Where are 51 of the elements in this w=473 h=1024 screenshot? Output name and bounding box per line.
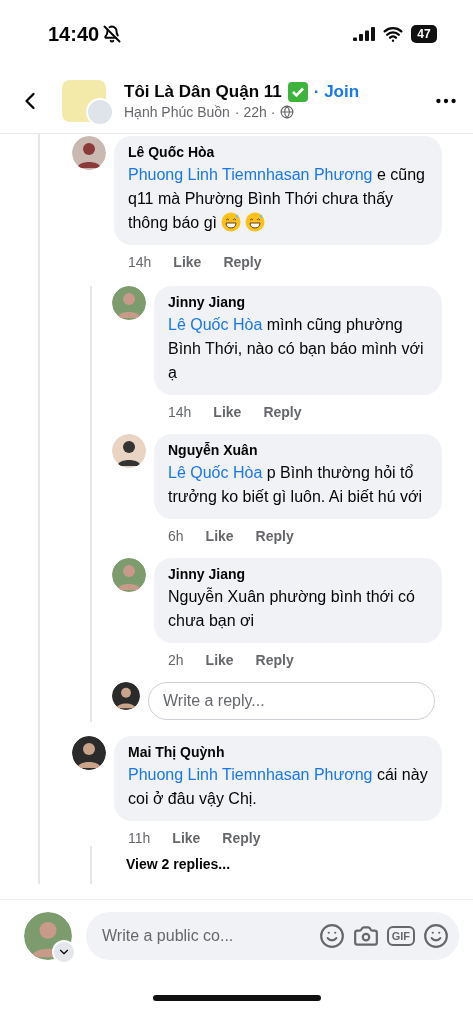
clock: 14:40 bbox=[48, 22, 100, 46]
reply-link[interactable]: Reply bbox=[222, 830, 261, 846]
reply-link[interactable]: Reply bbox=[263, 404, 302, 420]
like-link[interactable]: Like bbox=[205, 652, 234, 668]
comment-text: Phuong Linh Tiemnhasan Phương e cũng q11 mà Phường Bình Thới chưa thấy thông báo gì bbox=[128, 165, 426, 234]
gif-button[interactable]: GIF bbox=[386, 926, 415, 946]
avatar-icon bbox=[72, 136, 106, 170]
avatar-icon bbox=[112, 682, 140, 710]
grin-sweat-emoji-icon bbox=[244, 212, 265, 232]
author-name[interactable]: Mai Thị Quỳnh bbox=[128, 744, 428, 760]
join-link[interactable]: · Join bbox=[313, 81, 360, 102]
signal-icon bbox=[353, 27, 375, 41]
comment-text: Lê Quốc Hòa mình cũng phường Bình Thới, nào có bạn báo mình với ạ bbox=[168, 315, 425, 383]
view-replies-link[interactable]: View 2 replies... bbox=[54, 846, 473, 882]
battery-indicator: 47 bbox=[411, 25, 437, 43]
comment-field[interactable]: Write a public co... GIF bbox=[86, 912, 459, 960]
comment-text: Phuong Linh Tiemnhasan Phương cái này coi ở đâu vậy Chị. bbox=[128, 765, 428, 809]
globe-icon bbox=[280, 104, 295, 119]
comment-text: Lê Quốc Hòa p Bình thường hỏi tổ trưởng ko biết gì luôn. Ai biết hú với bbox=[168, 463, 424, 507]
camera-icon[interactable] bbox=[352, 923, 379, 949]
reply-link[interactable]: Reply bbox=[255, 652, 294, 668]
avatar-icon bbox=[112, 286, 146, 320]
avatar-icon bbox=[112, 434, 146, 468]
author-name[interactable]: Jinny Jiang bbox=[168, 566, 428, 582]
mention-link[interactable]: Lê Quốc Hòa bbox=[168, 464, 263, 481]
mention-link[interactable]: Lê Quốc Hòa bbox=[168, 316, 263, 333]
mention-link[interactable]: Phuong Linh Tiemnhasan Phương bbox=[128, 166, 373, 183]
reply-link[interactable]: Reply bbox=[255, 528, 294, 544]
comment-time: 6h bbox=[168, 528, 184, 544]
grin-sweat-emoji-icon bbox=[220, 212, 241, 232]
comment-time: 14h bbox=[168, 404, 192, 420]
avatar-icon bbox=[112, 558, 146, 592]
emoji-icon[interactable] bbox=[423, 923, 449, 949]
like-link[interactable]: Like bbox=[173, 254, 202, 270]
avatar-icon bbox=[72, 736, 106, 770]
mention-link[interactable]: Phuong Linh Tiemnhasan Phương bbox=[128, 766, 373, 783]
post-time: · 22h · bbox=[234, 103, 276, 120]
group-name[interactable]: Tôi Là Dân Quận 11 bbox=[124, 81, 282, 102]
like-link[interactable]: Like bbox=[213, 404, 242, 420]
comment-text: Nguyễn Xuân phường bình thới có chưa bạn ơi bbox=[168, 586, 416, 631]
comment-time: 11h bbox=[128, 830, 151, 846]
post-author[interactable]: Hạnh Phúc Buồn bbox=[124, 103, 230, 120]
comment-time: 2h bbox=[168, 652, 184, 668]
author-name[interactable]: Jinny Jiang bbox=[168, 294, 428, 310]
comment-time: 14h bbox=[128, 254, 152, 270]
reply-link[interactable]: Reply bbox=[223, 254, 262, 270]
author-name[interactable]: Lê Quốc Hòa bbox=[128, 144, 428, 160]
like-link[interactable]: Like bbox=[205, 528, 234, 544]
like-link[interactable]: Like bbox=[172, 830, 201, 846]
wifi-icon bbox=[383, 24, 403, 44]
author-name[interactable]: Nguyễn Xuân bbox=[168, 442, 428, 458]
